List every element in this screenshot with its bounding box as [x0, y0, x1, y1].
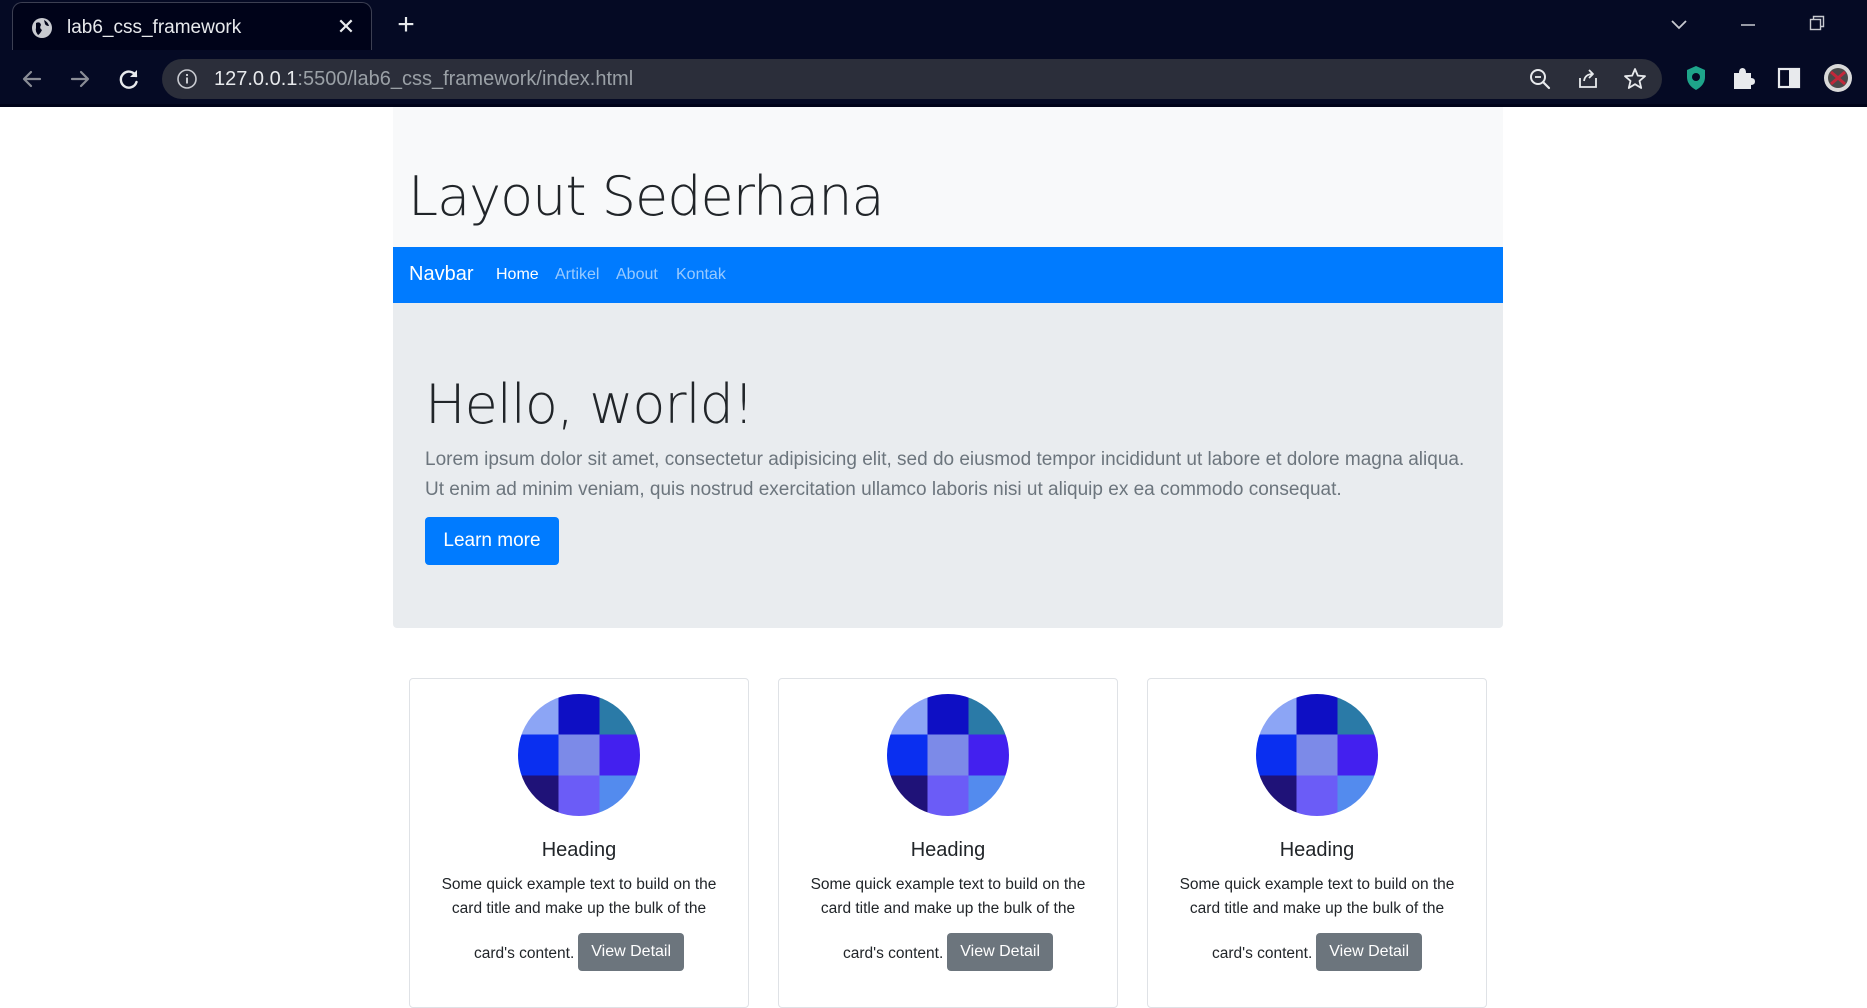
url-host: 127.0.0.1	[214, 68, 298, 90]
mosaic-tile	[1337, 694, 1378, 735]
globe-icon	[32, 18, 52, 38]
mosaic-tile	[1296, 734, 1338, 776]
mosaic-tile	[599, 775, 640, 816]
card-text-tail: card's content.	[842, 945, 944, 963]
card-text-end: card's content. View Detail	[799, 933, 1097, 971]
mosaic-avatar-graphic	[1256, 694, 1378, 816]
mosaic-tile	[1256, 775, 1297, 816]
mosaic-tile	[968, 775, 1009, 816]
card-image	[518, 694, 640, 816]
mosaic-tile	[558, 734, 600, 776]
jumbotron-heading: Hello, world!	[425, 373, 755, 436]
tab-search-icon[interactable]	[1659, 10, 1699, 40]
card: Heading Some quick example text to build…	[778, 678, 1118, 1008]
card-text: Some quick example text to build on the …	[1179, 876, 1455, 917]
side-panel-icon[interactable]	[1774, 63, 1804, 93]
mosaic-tile	[1337, 775, 1378, 816]
mosaic-tile	[927, 775, 969, 816]
tab-title: lab6_css_framework	[67, 17, 242, 38]
nav-link-about[interactable]: About	[616, 266, 658, 284]
card: Heading Some quick example text to build…	[1147, 678, 1487, 1008]
share-icon[interactable]	[1575, 66, 1601, 92]
close-tab-icon[interactable]: ✕	[333, 14, 359, 40]
profile-avatar-icon[interactable]	[1823, 63, 1853, 93]
bookmark-star-icon[interactable]	[1622, 66, 1648, 92]
back-icon[interactable]	[14, 61, 50, 97]
address-bar[interactable]: 127.0.0.1:5500/lab6_css_framework/index.…	[162, 59, 1662, 99]
card-text-tail: card's content.	[473, 945, 575, 963]
mosaic-tile	[968, 694, 1009, 735]
card-title: Heading	[1279, 839, 1355, 861]
mosaic-tile	[1337, 734, 1378, 776]
mosaic-tile	[518, 694, 559, 735]
page-header: Layout Sederhana	[393, 107, 1503, 247]
navbar-brand[interactable]: Navbar	[409, 263, 473, 286]
browser-tab[interactable]: lab6_css_framework ✕	[12, 2, 372, 50]
browser-chrome: lab6_css_framework ✕ + 127.0.0.1:5500/la…	[0, 0, 1867, 107]
mosaic-tile	[558, 694, 600, 735]
mosaic-tile	[1256, 734, 1297, 776]
jumbotron-lead: Lorem ipsum dolor sit amet, consectetur …	[425, 449, 1465, 500]
mosaic-tile	[599, 694, 640, 735]
mosaic-tile	[518, 775, 559, 816]
jumbotron: Hello, world! Lorem ipsum dolor sit amet…	[393, 303, 1503, 628]
nav-link-kontak[interactable]: Kontak	[676, 266, 726, 284]
card-image	[887, 694, 1009, 816]
mosaic-avatar-graphic	[518, 694, 640, 816]
card-text: Some quick example text to build on the …	[810, 876, 1086, 917]
card: Heading Some quick example text to build…	[409, 678, 749, 1008]
mosaic-tile	[887, 734, 928, 776]
mosaic-tile	[887, 775, 928, 816]
restore-icon[interactable]	[1797, 10, 1837, 40]
browser-toolbar: 127.0.0.1:5500/lab6_css_framework/index.…	[0, 56, 1867, 102]
info-icon[interactable]	[176, 68, 198, 90]
card-text-tail: card's content.	[1211, 945, 1313, 963]
page-viewport: Layout Sederhana Navbar Home Artikel Abo…	[0, 107, 1867, 1008]
card-title: Heading	[910, 839, 986, 861]
card-image	[1256, 694, 1378, 816]
forward-icon[interactable]	[62, 61, 98, 97]
mosaic-tile	[887, 694, 928, 735]
view-detail-button[interactable]: View Detail	[578, 933, 685, 971]
reload-icon[interactable]	[111, 61, 147, 97]
content-container: Layout Sederhana Navbar Home Artikel Abo…	[393, 107, 1503, 1008]
mosaic-tile	[927, 734, 969, 776]
mosaic-tile	[968, 734, 1009, 776]
mosaic-tile	[599, 734, 640, 776]
mosaic-avatar-graphic	[887, 694, 1009, 816]
mosaic-tile	[1256, 694, 1297, 735]
nav-link-home[interactable]: Home	[496, 266, 539, 284]
mosaic-tile	[558, 775, 600, 816]
card-text-end: card's content. View Detail	[430, 933, 728, 971]
extension-shield-icon[interactable]	[1681, 63, 1711, 93]
view-detail-button[interactable]: View Detail	[1316, 933, 1423, 971]
url-path: :5500/lab6_css_framework/index.html	[297, 68, 634, 90]
mosaic-tile	[927, 694, 969, 735]
mosaic-tile	[518, 734, 559, 776]
new-tab-icon[interactable]: +	[390, 9, 422, 41]
navbar: Navbar Home Artikel About Kontak	[393, 247, 1503, 303]
extensions-puzzle-icon[interactable]	[1728, 63, 1758, 93]
tab-strip: lab6_css_framework ✕ +	[0, 0, 1867, 50]
nav-link-artikel[interactable]: Artikel	[555, 266, 599, 284]
zoom-icon[interactable]	[1527, 66, 1553, 92]
card-text-end: card's content. View Detail	[1168, 933, 1466, 971]
page-title: Layout Sederhana	[408, 165, 885, 228]
learn-more-button[interactable]: Learn more	[425, 517, 559, 565]
card-title: Heading	[541, 839, 617, 861]
url-text[interactable]: 127.0.0.1:5500/lab6_css_framework/index.…	[214, 68, 633, 91]
minimize-icon[interactable]	[1728, 10, 1768, 40]
view-detail-button[interactable]: View Detail	[947, 933, 1054, 971]
card-text: Some quick example text to build on the …	[441, 876, 717, 917]
mosaic-tile	[1296, 694, 1338, 735]
mosaic-tile	[1296, 775, 1338, 816]
